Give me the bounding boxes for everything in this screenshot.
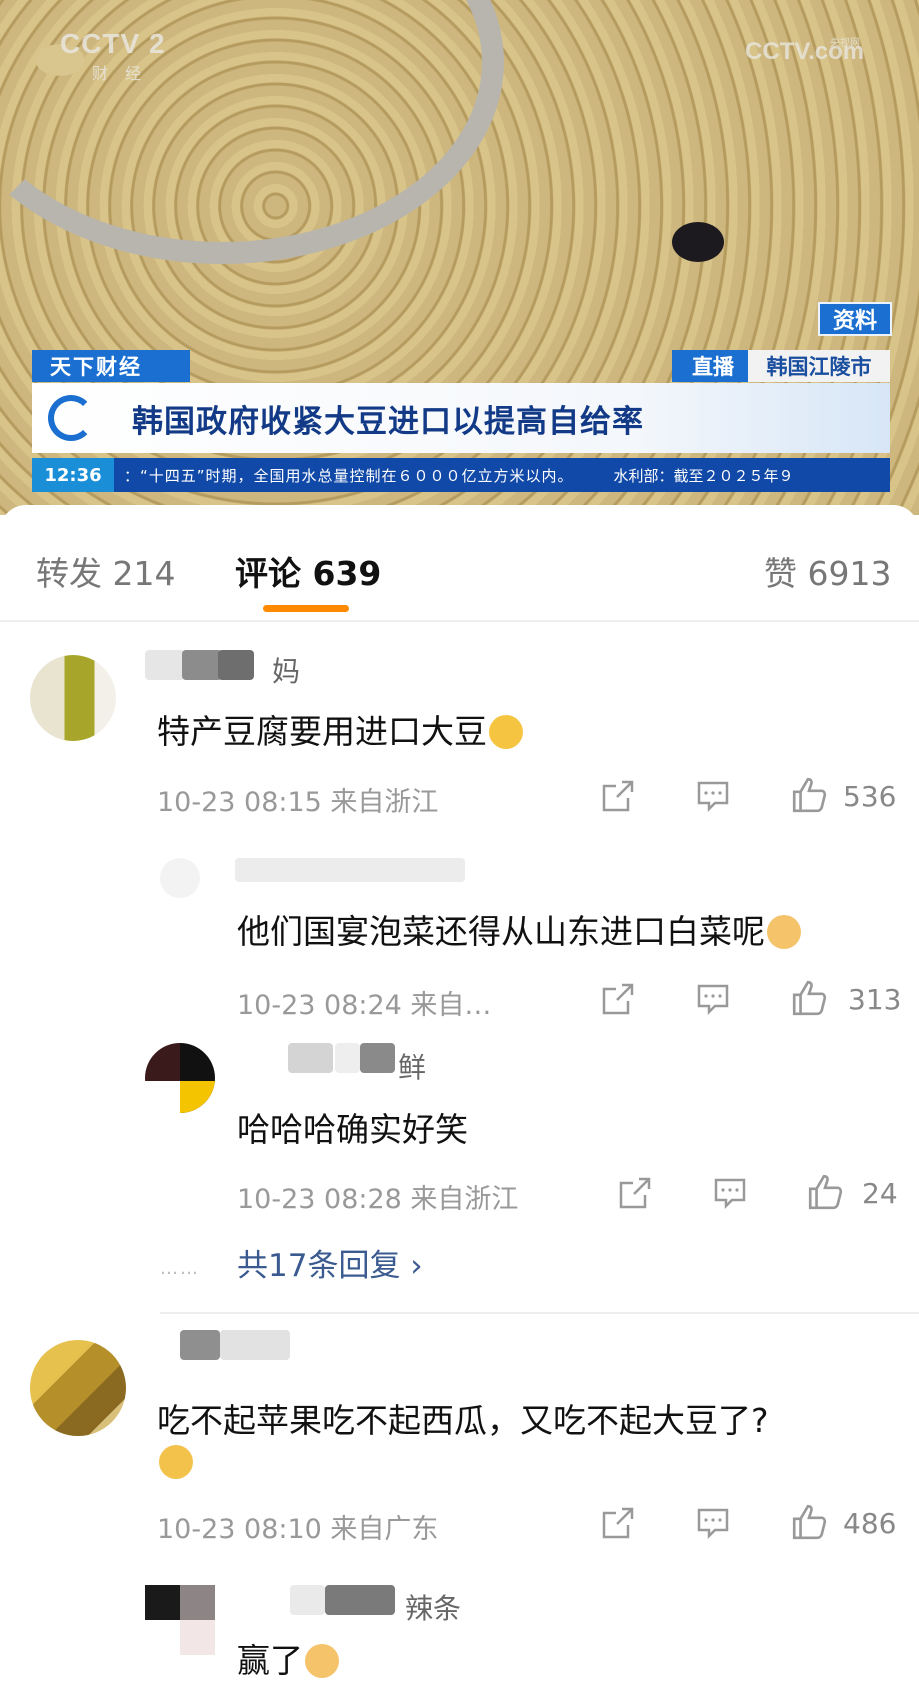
tab-likes[interactable]: 赞 6913 bbox=[764, 547, 891, 595]
doge-emoji bbox=[305, 1644, 339, 1678]
avatar[interactable] bbox=[30, 1340, 126, 1436]
crying-face-emoji bbox=[489, 715, 523, 749]
username-blur[interactable] bbox=[220, 1330, 290, 1360]
tab-comments[interactable]: 评论 639 bbox=[235, 547, 381, 595]
comment-icon[interactable] bbox=[695, 1505, 731, 1541]
video-player[interactable]: CCTV 2 财 经 CCTV.com 央视网 资料 天下财经 直播 韩国江陵市… bbox=[0, 0, 919, 515]
cctv-swirl-icon bbox=[48, 395, 94, 441]
ticker-time: 12:36 bbox=[32, 458, 114, 492]
channel-logo: CCTV 2 bbox=[60, 28, 166, 59]
thinking-face-emoji bbox=[159, 1445, 193, 1479]
view-more-replies-link[interactable]: 共17条回复 › bbox=[237, 1240, 423, 1285]
reply-text: 赢了 bbox=[237, 1634, 339, 1682]
tab-bar: 转发 214 评论 639 赞 6913 bbox=[0, 515, 919, 615]
like-icon[interactable] bbox=[790, 1503, 828, 1541]
avatar[interactable] bbox=[160, 858, 200, 898]
ticker-text-right: 水利部：截至２０２５年９ bbox=[613, 466, 794, 485]
live-tag: 直播 bbox=[672, 350, 754, 382]
comment-icon[interactable] bbox=[695, 778, 731, 814]
username-blur[interactable] bbox=[360, 1043, 395, 1073]
like-count: 313 bbox=[848, 983, 902, 1016]
username-blur[interactable] bbox=[218, 650, 254, 680]
ticker-text: ：“十四五”时期，全国用水总量控制在６０００亿立方米以内。 bbox=[124, 466, 574, 485]
comment-text: 特产豆腐要用进口大豆 bbox=[157, 705, 523, 753]
username-blur[interactable] bbox=[182, 650, 222, 680]
comment-icon[interactable] bbox=[695, 981, 731, 1017]
username[interactable]: 辣条 bbox=[405, 1587, 461, 1627]
username-blur[interactable] bbox=[290, 1585, 325, 1615]
channel-sub: 财 经 bbox=[92, 64, 148, 83]
thread-dots: …… bbox=[160, 1258, 200, 1279]
active-tab-indicator bbox=[263, 605, 349, 612]
username-blur[interactable] bbox=[235, 858, 465, 882]
comment-icon[interactable] bbox=[712, 1175, 748, 1211]
archive-tag: 资料 bbox=[818, 302, 892, 336]
location-tag: 韩国江陵市 bbox=[748, 350, 890, 382]
like-count: 24 bbox=[862, 1177, 898, 1210]
share-icon[interactable] bbox=[600, 981, 636, 1017]
share-icon[interactable] bbox=[617, 1175, 653, 1211]
username[interactable]: 妈 bbox=[272, 650, 300, 690]
like-count: 486 bbox=[843, 1507, 897, 1540]
share-icon[interactable] bbox=[600, 1505, 636, 1541]
news-ticker: 12:36 ：“十四五”时期，全国用水总量控制在６０００亿立方米以内。 水利部：… bbox=[32, 458, 890, 492]
headline-bar: 韩国政府收紧大豆进口以提高自给率 bbox=[32, 383, 890, 453]
like-icon[interactable] bbox=[806, 1173, 844, 1211]
program-tag: 天下财经 bbox=[32, 350, 190, 382]
avatar[interactable] bbox=[145, 1043, 215, 1113]
comment-text: 吃不起苹果吃不起西瓜，又吃不起大豆了? bbox=[157, 1401, 769, 1440]
username-blur[interactable] bbox=[288, 1043, 333, 1073]
reply-text: 哈哈哈确实好笑 bbox=[237, 1110, 468, 1149]
username-blur[interactable] bbox=[325, 1585, 395, 1615]
reply-meta: 10-23 08:28 来自浙江 bbox=[237, 1184, 519, 1215]
divider bbox=[0, 620, 919, 622]
avatar[interactable] bbox=[30, 655, 116, 741]
comment-meta: 10-23 08:10 来自广东 bbox=[157, 1514, 439, 1545]
like-icon[interactable] bbox=[790, 776, 828, 814]
reply-text: 他们国宴泡菜还得从山东进口白菜呢 bbox=[237, 905, 801, 953]
headline: 韩国政府收紧大豆进口以提高自给率 bbox=[132, 403, 644, 440]
tab-repost[interactable]: 转发 214 bbox=[36, 547, 175, 595]
doge-emoji bbox=[767, 915, 801, 949]
like-count: 536 bbox=[843, 780, 897, 813]
avatar[interactable] bbox=[145, 1585, 215, 1655]
divider bbox=[160, 1312, 919, 1314]
username[interactable]: 鲜 bbox=[398, 1046, 426, 1086]
reply-meta: 10-23 08:24 来自… bbox=[237, 990, 492, 1021]
watermark-small: 央视网 bbox=[830, 38, 860, 49]
comment-meta: 10-23 08:15 来自浙江 bbox=[157, 787, 439, 818]
share-icon[interactable] bbox=[600, 778, 636, 814]
black-bean bbox=[672, 222, 724, 262]
username-blur[interactable] bbox=[180, 1330, 220, 1360]
username-blur[interactable] bbox=[335, 1043, 360, 1073]
like-icon[interactable] bbox=[790, 979, 828, 1017]
username-blur[interactable] bbox=[145, 650, 185, 680]
